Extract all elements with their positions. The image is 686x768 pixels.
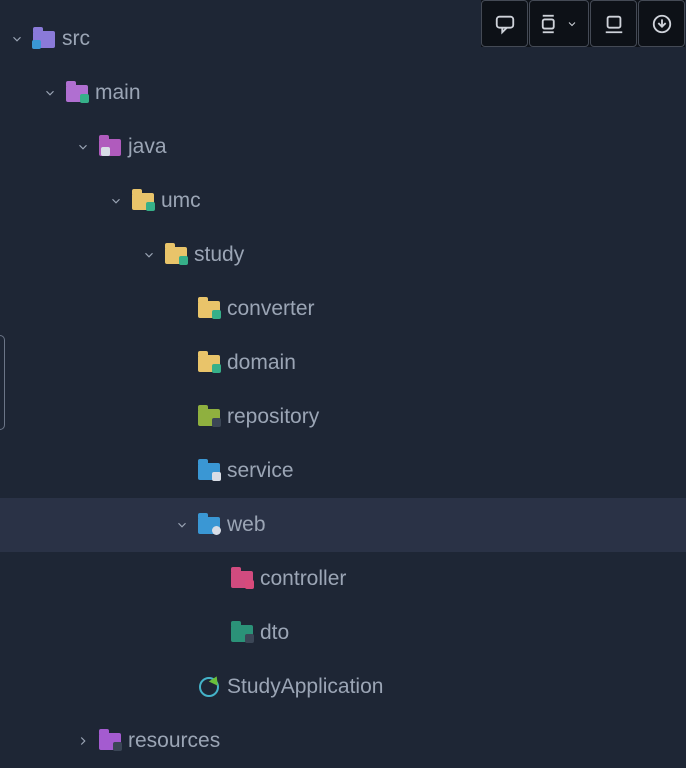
tree-label: controller xyxy=(260,552,346,606)
tree-row-study[interactable]: study xyxy=(0,228,686,282)
folder-repository-icon xyxy=(197,407,221,427)
folder-java-icon xyxy=(98,137,122,157)
chevron-right-icon xyxy=(74,732,92,750)
tree-row-web[interactable]: web xyxy=(0,498,686,552)
folder-web-icon xyxy=(197,515,221,535)
folder-src-icon xyxy=(32,29,56,49)
layout-dropdown-button[interactable] xyxy=(529,0,589,47)
top-toolbar xyxy=(481,0,685,47)
tree-row-controller[interactable]: controller xyxy=(0,552,686,606)
folder-converter-icon xyxy=(197,299,221,319)
tree-row-dto[interactable]: dto xyxy=(0,606,686,660)
tree-label: study xyxy=(194,228,244,282)
tree-label: main xyxy=(95,66,141,120)
tree-label: java xyxy=(128,120,167,174)
comment-button[interactable] xyxy=(481,0,528,47)
folder-dto-icon xyxy=(230,623,254,643)
dock-button[interactable] xyxy=(590,0,637,47)
folder-study-icon xyxy=(164,245,188,265)
tree-label: src xyxy=(62,12,90,66)
tree-row-repository[interactable]: repository xyxy=(0,390,686,444)
download-icon xyxy=(651,13,673,35)
chevron-down-icon xyxy=(566,18,578,30)
folder-umc-icon xyxy=(131,191,155,211)
folder-service-icon xyxy=(197,461,221,481)
download-button[interactable] xyxy=(638,0,685,47)
tree-label: web xyxy=(227,498,266,552)
tree-label: service xyxy=(227,444,294,498)
tree-label: repository xyxy=(227,390,319,444)
tree-label: dto xyxy=(260,606,289,660)
chevron-down-icon xyxy=(173,516,191,534)
chevron-down-icon xyxy=(74,138,92,156)
tree-row-resources[interactable]: resources xyxy=(0,714,686,768)
folder-main-icon xyxy=(65,83,89,103)
project-tree: src main java umc study converter domain xyxy=(0,12,686,768)
layout-icon xyxy=(540,13,562,35)
tree-label: converter xyxy=(227,282,315,336)
folder-controller-icon xyxy=(230,569,254,589)
chevron-down-icon xyxy=(140,246,158,264)
tree-row-study-application[interactable]: StudyApplication xyxy=(0,660,686,714)
tree-label: StudyApplication xyxy=(227,660,383,714)
tree-row-main[interactable]: main xyxy=(0,66,686,120)
tree-row-service[interactable]: service xyxy=(0,444,686,498)
tree-label: umc xyxy=(161,174,201,228)
comment-icon xyxy=(494,13,516,35)
tree-label: domain xyxy=(227,336,296,390)
dock-icon xyxy=(603,13,625,35)
tree-row-umc[interactable]: umc xyxy=(0,174,686,228)
folder-domain-icon xyxy=(197,353,221,373)
tree-row-converter[interactable]: converter xyxy=(0,282,686,336)
tree-label: resources xyxy=(128,714,220,768)
chevron-down-icon xyxy=(8,30,26,48)
chevron-down-icon xyxy=(41,84,59,102)
folder-resources-icon xyxy=(98,731,122,751)
tree-row-java[interactable]: java xyxy=(0,120,686,174)
chevron-down-icon xyxy=(107,192,125,210)
class-icon xyxy=(197,677,221,697)
tree-row-domain[interactable]: domain xyxy=(0,336,686,390)
